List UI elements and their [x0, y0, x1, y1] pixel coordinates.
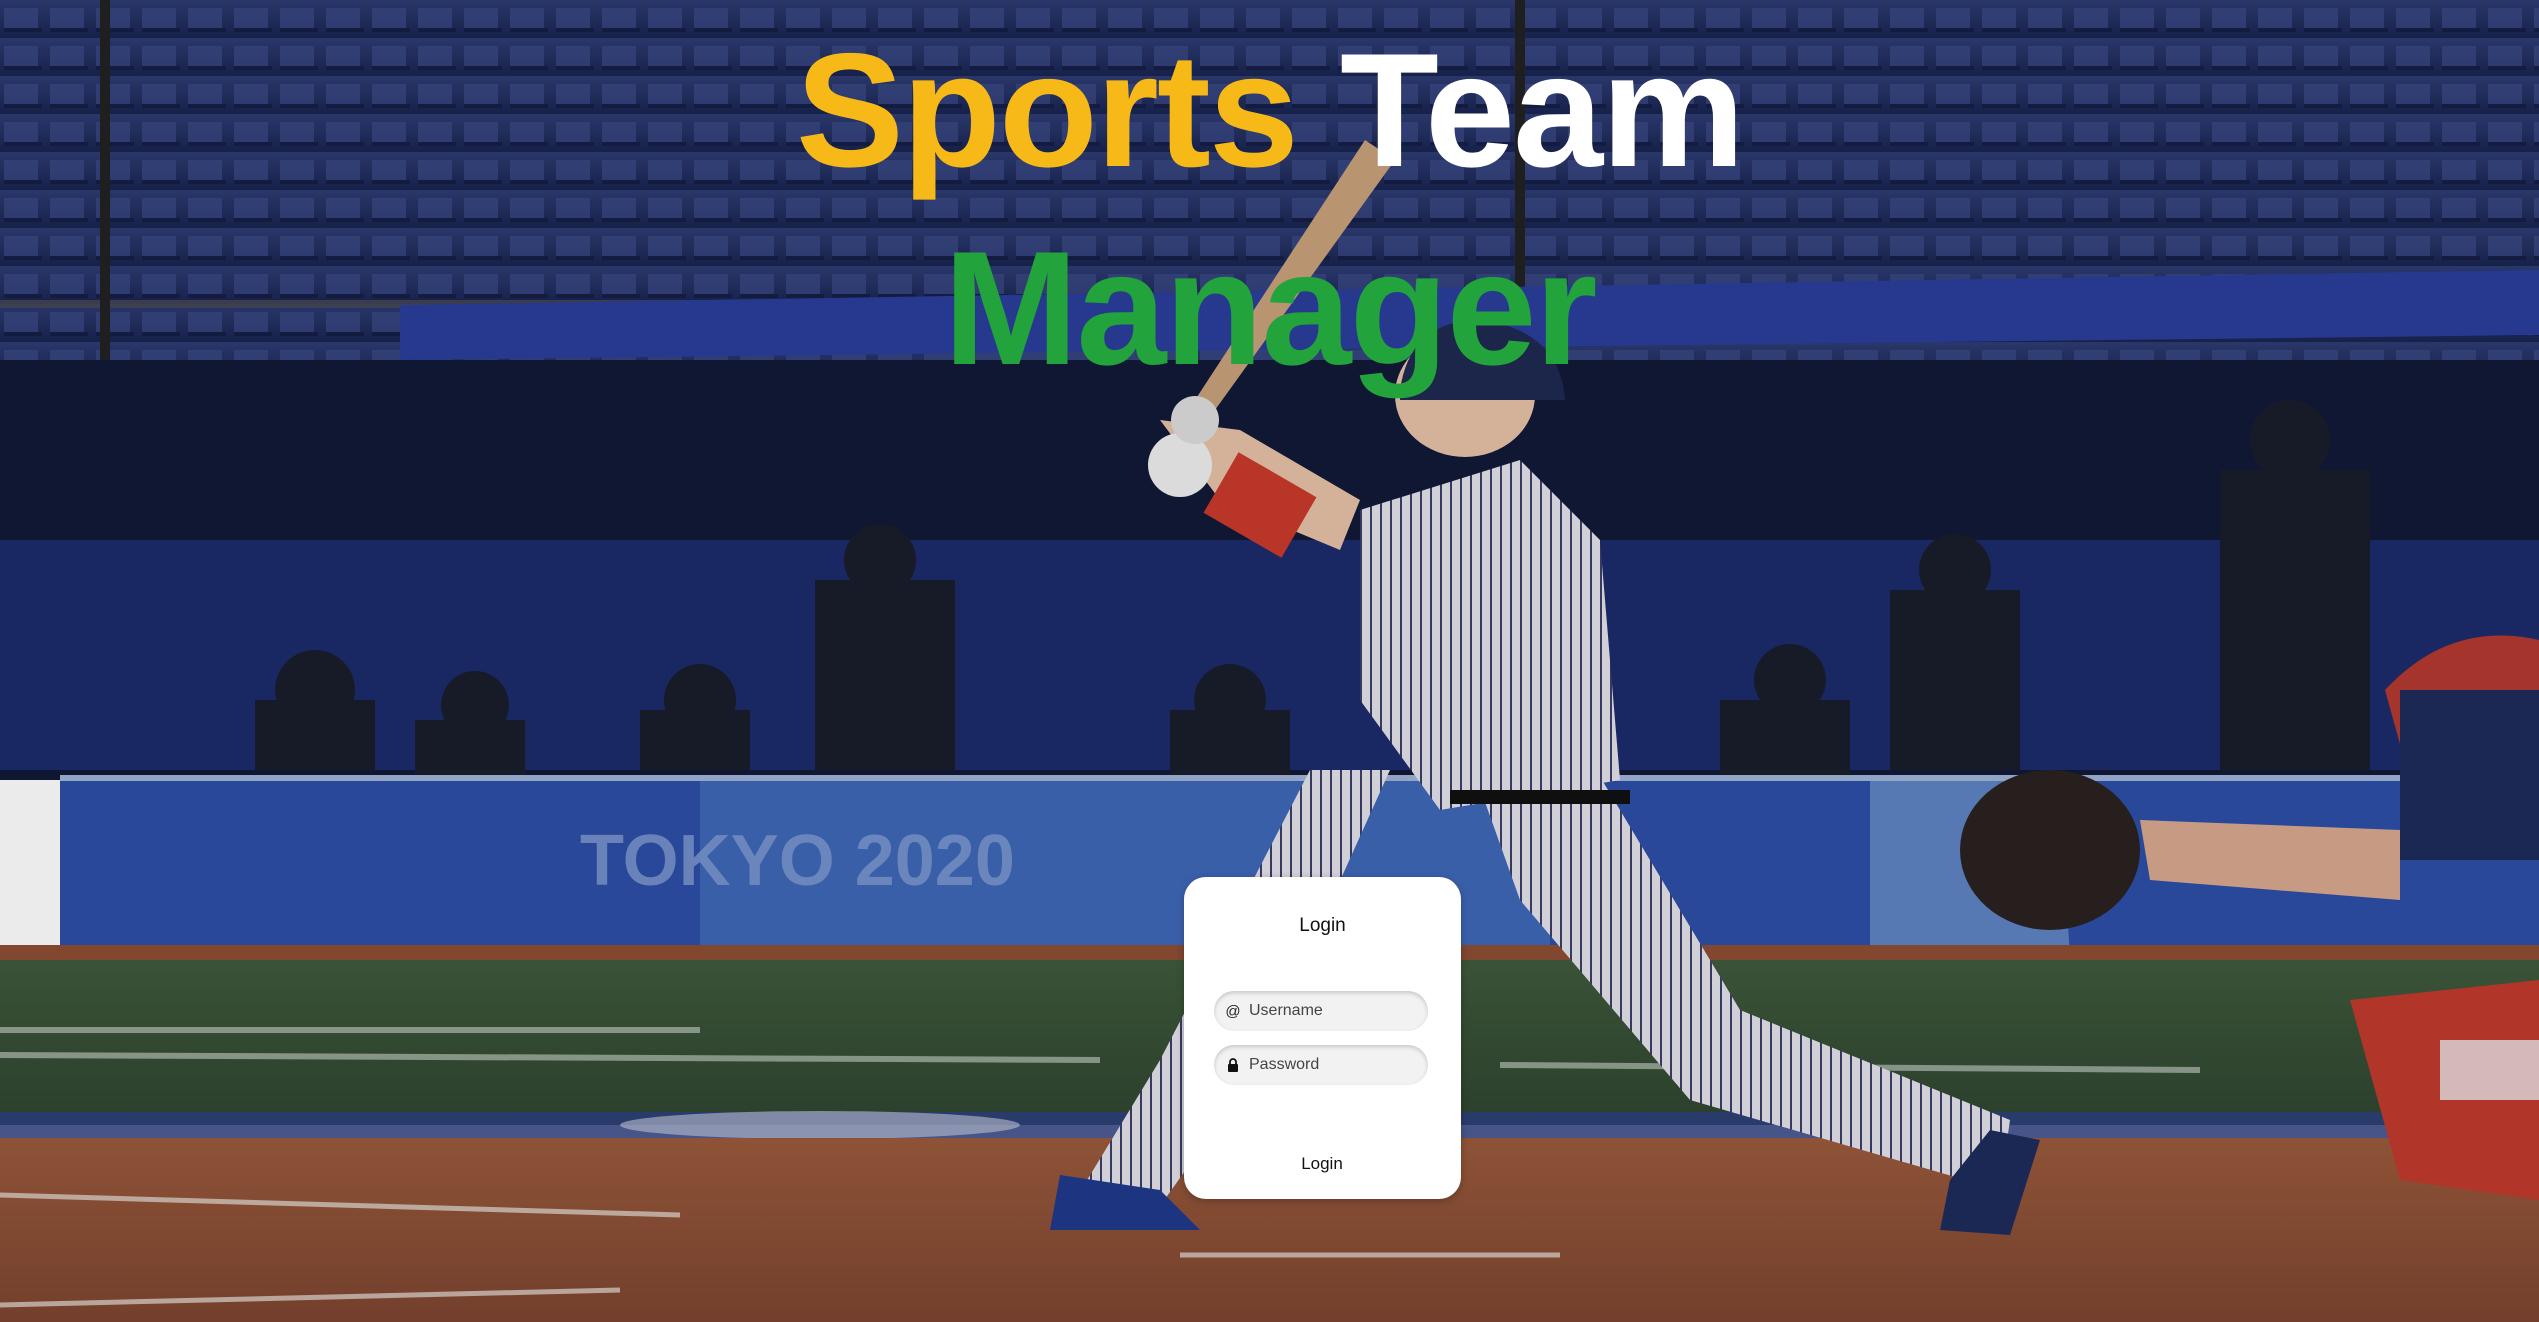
username-input[interactable] [1249, 1002, 1419, 1020]
headline-word-sports: Sports [795, 20, 1299, 201]
headline-word-manager: Manager [943, 218, 1597, 399]
username-field[interactable]: @ [1214, 991, 1428, 1031]
headline-line-2: Manager [0, 210, 2539, 408]
login-title: Login [1299, 915, 1346, 936]
password-input[interactable] [1249, 1056, 1419, 1074]
login-button[interactable]: Login [1272, 1149, 1372, 1179]
headline-line-1: Sports Team [0, 12, 2539, 210]
headline-word-team: Team [1339, 20, 1745, 201]
lock-icon [1225, 1057, 1241, 1073]
app-headline: Sports Team Manager [0, 12, 2539, 408]
at-icon: @ [1225, 1002, 1241, 1020]
password-field[interactable] [1214, 1045, 1428, 1085]
login-card: Login @ Login [1184, 877, 1461, 1199]
